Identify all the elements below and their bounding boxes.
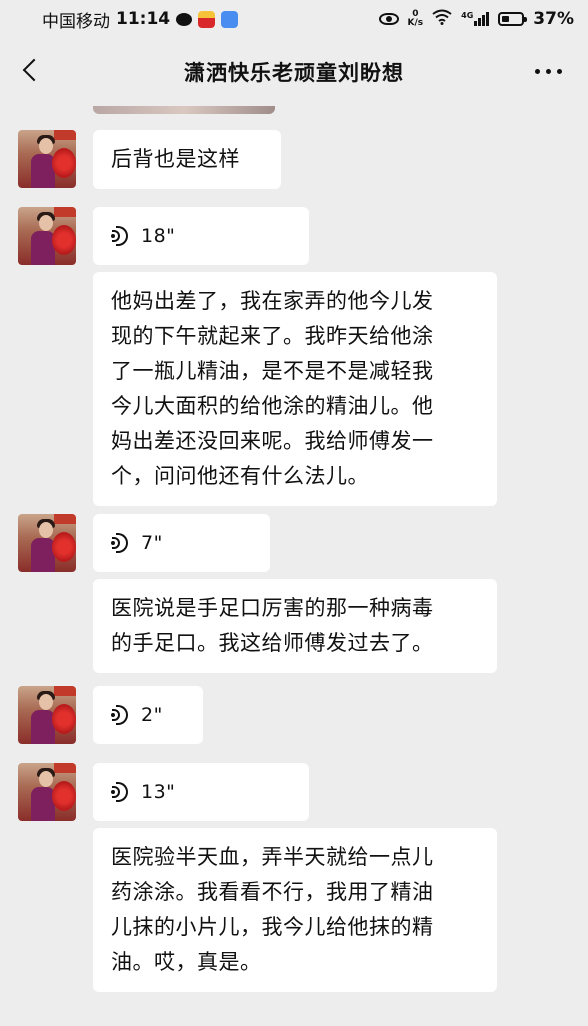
sender-avatar[interactable] xyxy=(18,130,76,188)
status-right: 0 K/s 4G 37% xyxy=(378,9,574,29)
voice-duration: 18" xyxy=(141,224,176,247)
wifi-icon xyxy=(432,9,452,29)
message-line: 个，问问他还有什么法儿。 xyxy=(111,464,369,488)
network-speed: 0 K/s xyxy=(408,10,424,28)
voice-message-bubble[interactable]: 18" xyxy=(93,207,309,265)
message-line: 了一瓶儿精油，是不是不是减轻我 xyxy=(111,359,434,383)
network-speed-unit: K/s xyxy=(407,18,424,28)
sender-avatar[interactable] xyxy=(18,763,76,821)
network-type-label: 4G xyxy=(461,11,474,20)
text-message-bubble[interactable]: 医院验半天血，弄半天就给一点儿 药涂涂。我看看不行，我用了精油 儿抹的小片儿，我… xyxy=(93,828,497,992)
message-list[interactable]: 后背也是这样 18" 他妈出差了，我在家弄的他今儿发 现的下午就起来了。我昨天给… xyxy=(0,106,588,1026)
message-line: 油。哎，真是。 xyxy=(111,950,262,974)
voice-message-bubble[interactable]: 2" xyxy=(93,686,203,744)
message-line: 他妈出差了，我在家弄的他今儿发 xyxy=(111,289,434,313)
message-line: 医院说是手足口厉害的那一种病毒 xyxy=(111,596,434,620)
battery-percent: 37% xyxy=(533,9,574,29)
previous-image-message[interactable] xyxy=(93,106,275,114)
voice-message-bubble[interactable]: 13" xyxy=(93,763,309,821)
voice-duration: 13" xyxy=(141,780,176,803)
more-options-icon[interactable] xyxy=(535,69,562,74)
message-text: 后背也是这样 xyxy=(111,147,240,171)
sender-avatar[interactable] xyxy=(18,686,76,744)
carrier-label: 中国移动 xyxy=(42,11,110,32)
eye-comfort-icon xyxy=(378,13,399,25)
chat-header: 潇洒快乐老顽童刘盼想 xyxy=(0,38,588,106)
music-notification-icon xyxy=(221,10,239,28)
battery-icon xyxy=(498,12,528,26)
message-line: 现的下午就起来了。我昨天给他涂 xyxy=(111,324,434,348)
battery-fill xyxy=(502,16,509,22)
clock: 11:14 xyxy=(116,9,171,29)
sender-avatar[interactable] xyxy=(18,514,76,572)
sender-avatar[interactable] xyxy=(18,207,76,265)
message-line: 药涂涂。我看看不行，我用了精油 xyxy=(111,880,434,904)
text-message-bubble[interactable]: 后背也是这样 xyxy=(93,130,281,189)
voice-duration: 2" xyxy=(141,703,163,726)
status-bar: 中国移动 11:14 0 K/s 4G 37% xyxy=(0,0,588,38)
voice-message-bubble[interactable]: 7" xyxy=(93,514,270,572)
app-notification-icon xyxy=(198,10,216,28)
text-message-bubble[interactable]: 医院说是手足口厉害的那一种病毒 的手足口。我这给师傅发过去了。 xyxy=(93,579,497,673)
voice-wave-icon xyxy=(111,533,131,553)
back-arrow-icon[interactable] xyxy=(22,58,46,82)
voice-wave-icon xyxy=(111,705,131,725)
status-left: 中国移动 11:14 xyxy=(42,7,239,32)
wechat-notification-icon xyxy=(176,12,193,26)
cellular-signal-icon: 4G xyxy=(461,11,490,26)
voice-wave-icon xyxy=(111,226,131,246)
voice-duration: 7" xyxy=(141,531,163,554)
message-line: 儿抹的小片儿，我今儿给他抹的精 xyxy=(111,915,434,939)
chat-title: 潇洒快乐老顽童刘盼想 xyxy=(184,61,404,85)
message-line: 医院验半天血，弄半天就给一点儿 xyxy=(111,845,434,869)
message-line: 的手足口。我这给师傅发过去了。 xyxy=(111,631,434,655)
message-line: 妈出差还没回来呢。我给师傅发一 xyxy=(111,429,434,453)
message-line: 今儿大面积的给他涂的精油儿。他 xyxy=(111,394,434,418)
voice-wave-icon xyxy=(111,782,131,802)
text-message-bubble[interactable]: 他妈出差了，我在家弄的他今儿发 现的下午就起来了。我昨天给他涂 了一瓶儿精油，是… xyxy=(93,272,497,506)
